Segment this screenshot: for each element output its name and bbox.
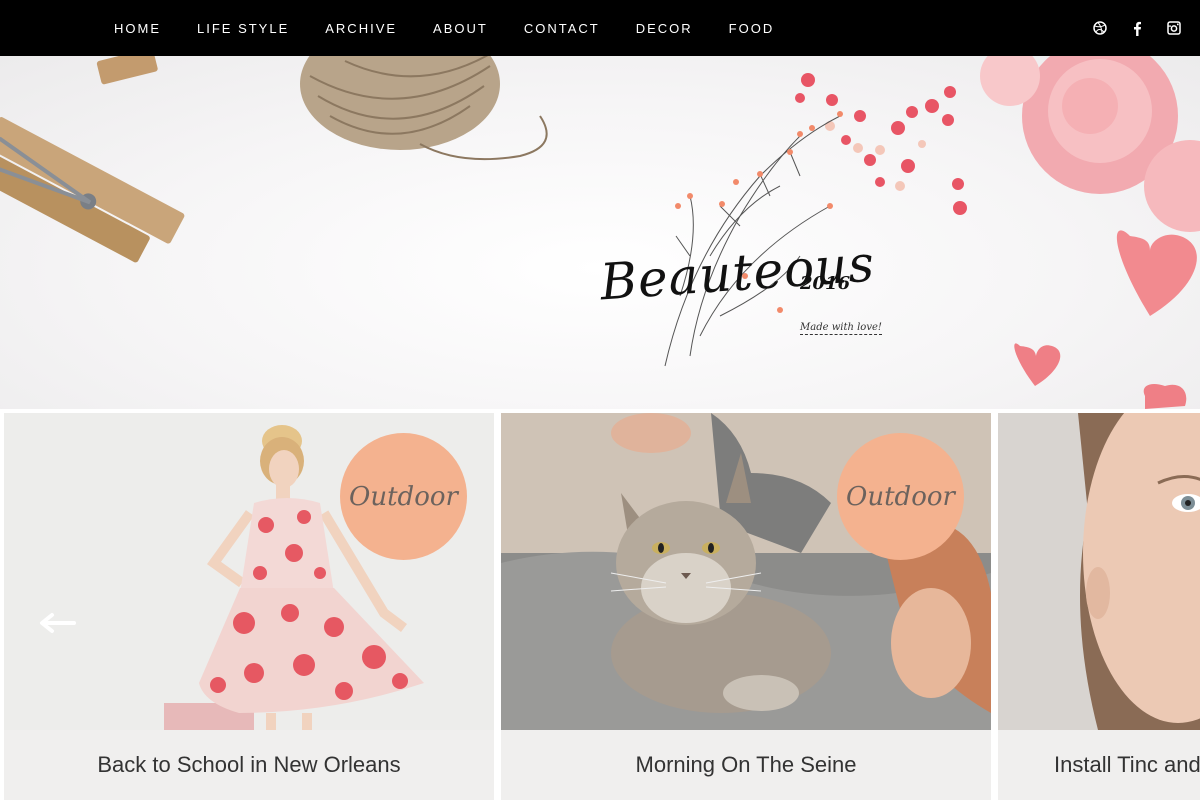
category-badge-label: Outdoor	[846, 481, 955, 512]
nav-item-about[interactable]: ABOUT	[433, 21, 488, 36]
clothespin-image	[0, 117, 185, 263]
facebook-icon[interactable]	[1129, 20, 1145, 36]
top-nav: HOME LIFE STYLE ARCHIVE ABOUT CONTACT DE…	[0, 0, 1200, 56]
slide-image-portrait[interactable]	[998, 413, 1200, 730]
category-badge[interactable]: Outdoor	[340, 433, 467, 560]
slide-caption: Morning On The Seine	[501, 730, 991, 800]
nav-item-life-style[interactable]: LIFE STYLE	[197, 21, 289, 36]
blog-logo-year: 2016	[800, 273, 851, 294]
hero-decoration	[0, 56, 1200, 409]
hero-banner: Beauteous 2016 Made with love!	[0, 56, 1200, 409]
category-badge[interactable]: Outdoor	[837, 433, 964, 560]
nav-item-food[interactable]: FOOD	[729, 21, 775, 36]
post-title-link[interactable]: Morning On The Seine	[636, 752, 857, 778]
carousel-slide[interactable]: Outdoor Back to School in New Orleans	[4, 413, 494, 800]
slide-caption: Back to School in New Orleans	[4, 730, 494, 800]
post-title-link[interactable]: Install Tinc and	[1054, 752, 1200, 778]
carousel-slide[interactable]: Outdoor Morning On The Seine	[501, 413, 991, 800]
instagram-icon[interactable]	[1166, 20, 1182, 36]
nav-item-archive[interactable]: ARCHIVE	[325, 21, 397, 36]
nav-item-home[interactable]: HOME	[114, 21, 161, 36]
nav-menu: HOME LIFE STYLE ARCHIVE ABOUT CONTACT DE…	[114, 0, 810, 56]
nav-item-decor[interactable]: DECOR	[636, 21, 693, 36]
post-title-link[interactable]: Back to School in New Orleans	[97, 752, 400, 778]
slide-caption: Install Tinc and	[998, 730, 1200, 800]
social-links	[1071, 0, 1182, 56]
nav-item-contact[interactable]: CONTACT	[524, 21, 600, 36]
carousel-slide[interactable]: Install Tinc and	[998, 413, 1200, 800]
dribbble-icon[interactable]	[1092, 20, 1108, 36]
carousel-prev-arrow-icon[interactable]	[34, 608, 78, 638]
featured-carousel: Outdoor Back to School in New Orleans Ou…	[0, 409, 1200, 800]
blog-tagline: Made with love!	[800, 322, 882, 335]
category-badge-label: Outdoor	[349, 481, 458, 512]
